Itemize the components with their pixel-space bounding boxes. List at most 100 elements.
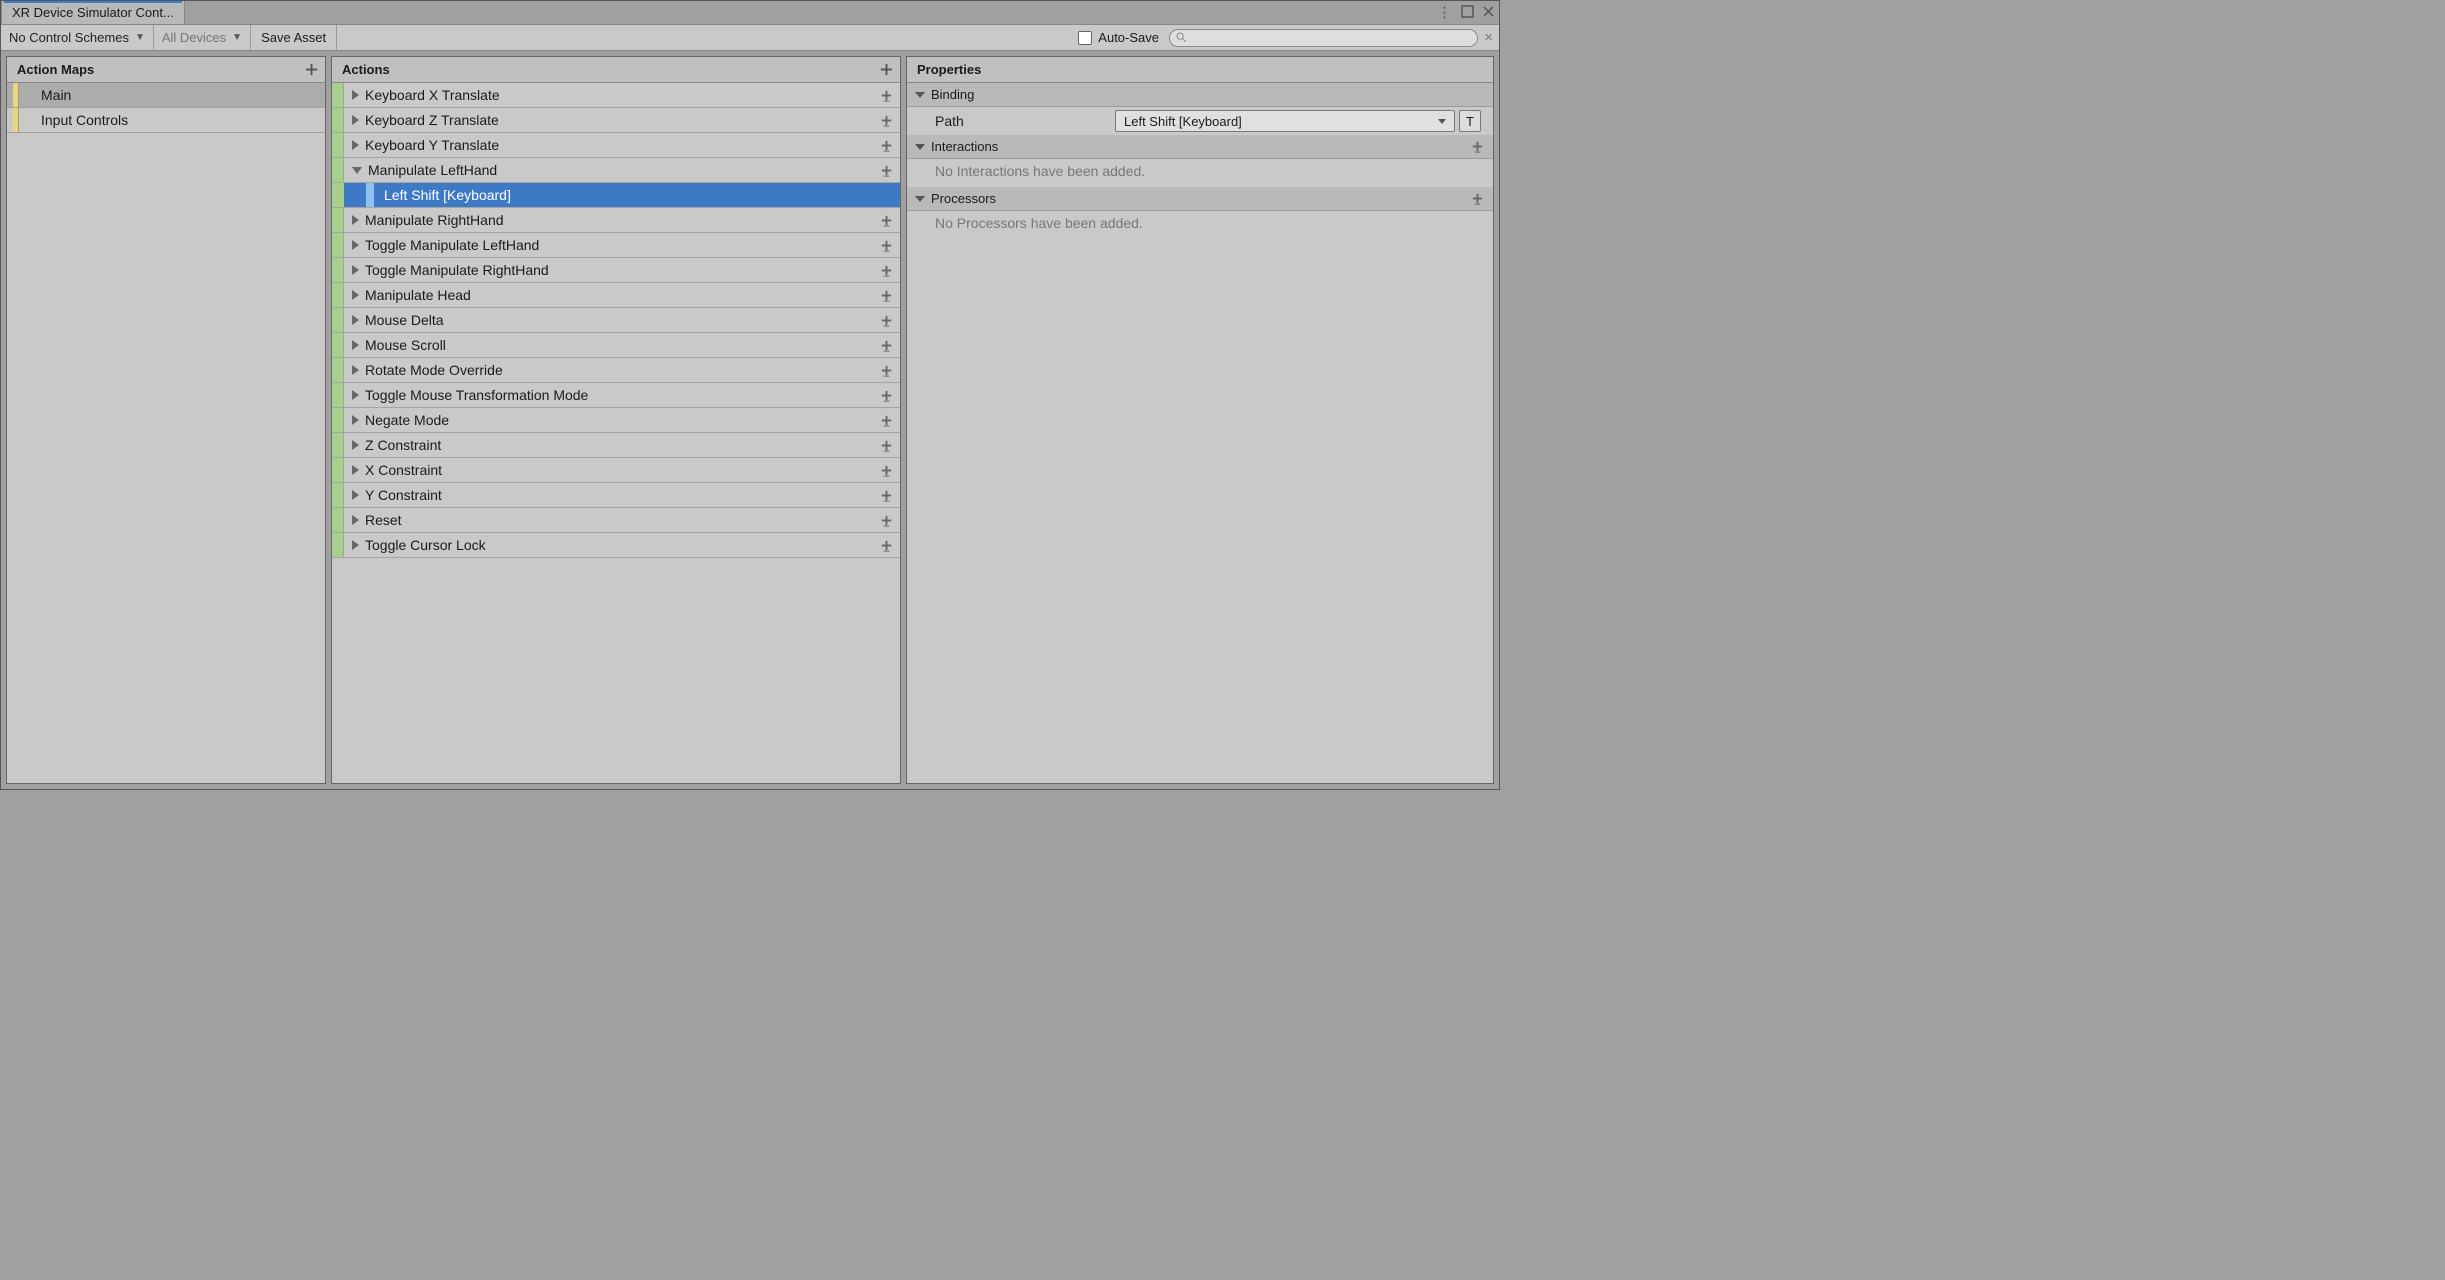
clear-search-icon[interactable]: × [1484, 29, 1493, 46]
control-schemes-dropdown[interactable]: No Control Schemes ▼ [1, 25, 154, 50]
action-item[interactable]: Toggle Mouse Transformation Mode [332, 383, 900, 408]
action-item[interactable]: Keyboard Z Translate [332, 108, 900, 133]
action-item[interactable]: Keyboard X Translate [332, 83, 900, 108]
add-binding-button[interactable] [879, 333, 894, 357]
kebab-icon[interactable]: ⋮ [1437, 5, 1453, 20]
tab-active-indicator [4, 1, 182, 3]
action-label: Toggle Manipulate LeftHand [365, 237, 539, 253]
chevron-right-icon[interactable] [352, 440, 359, 450]
action-marker [332, 133, 344, 157]
add-action-map-button[interactable] [304, 57, 319, 82]
add-binding-button[interactable] [879, 233, 894, 257]
auto-save-toggle[interactable]: Auto-Save [1068, 25, 1169, 50]
add-binding-button[interactable] [879, 458, 894, 482]
action-label: Manipulate LeftHand [368, 162, 497, 178]
action-item[interactable]: Rotate Mode Override [332, 358, 900, 383]
action-marker [332, 308, 344, 332]
add-binding-button[interactable] [879, 108, 894, 132]
action-item[interactable]: Toggle Manipulate RightHand [332, 258, 900, 283]
chevron-right-icon[interactable] [352, 290, 359, 300]
chevron-right-icon[interactable] [352, 340, 359, 350]
panel-tab[interactable]: XR Device Simulator Cont... [1, 1, 185, 24]
add-binding-button[interactable] [879, 283, 894, 307]
action-label: Toggle Mouse Transformation Mode [365, 387, 588, 403]
chevron-down-icon[interactable] [352, 167, 362, 174]
add-binding-button[interactable] [879, 383, 894, 407]
action-item[interactable]: X Constraint [332, 458, 900, 483]
maximize-icon[interactable] [1461, 5, 1474, 21]
add-interaction-button[interactable] [1470, 135, 1485, 158]
chevron-right-icon[interactable] [352, 140, 359, 150]
chevron-right-icon[interactable] [352, 115, 359, 125]
action-map-item[interactable]: Input Controls [7, 108, 325, 133]
devices-dropdown[interactable]: All Devices ▼ [154, 25, 251, 50]
binding-marker [366, 183, 374, 207]
processors-section-header[interactable]: Processors [907, 187, 1493, 211]
chevron-right-icon[interactable] [352, 240, 359, 250]
add-binding-button[interactable] [879, 158, 894, 182]
action-item[interactable]: Toggle Manipulate LeftHand [332, 233, 900, 258]
action-item[interactable]: Y Constraint [332, 483, 900, 508]
action-marker [332, 283, 344, 307]
save-asset-button[interactable]: Save Asset [251, 25, 337, 50]
action-item[interactable]: Manipulate RightHand [332, 208, 900, 233]
chevron-right-icon[interactable] [352, 540, 359, 550]
add-binding-button[interactable] [879, 358, 894, 382]
devices-label: All Devices [162, 30, 226, 45]
action-marker [332, 258, 344, 282]
chevron-right-icon[interactable] [352, 515, 359, 525]
action-marker [332, 158, 344, 182]
binding-label: Left Shift [Keyboard] [384, 187, 511, 203]
add-binding-button[interactable] [879, 433, 894, 457]
chevron-right-icon[interactable] [352, 490, 359, 500]
action-marker [332, 108, 344, 132]
action-item[interactable]: Mouse Delta [332, 308, 900, 333]
tab-strip: XR Device Simulator Cont... ⋮ [1, 1, 1499, 25]
action-marker [332, 183, 344, 207]
chevron-right-icon[interactable] [352, 465, 359, 475]
add-action-button[interactable] [879, 57, 894, 82]
add-binding-button[interactable] [879, 208, 894, 232]
action-item[interactable]: Keyboard Y Translate [332, 133, 900, 158]
action-item[interactable]: Z Constraint [332, 433, 900, 458]
add-binding-button[interactable] [879, 533, 894, 557]
binding-section-header[interactable]: Binding [907, 83, 1493, 107]
add-binding-button[interactable] [879, 133, 894, 157]
action-item[interactable]: Manipulate LeftHand [332, 158, 900, 183]
chevron-right-icon[interactable] [352, 265, 359, 275]
chevron-right-icon[interactable] [352, 365, 359, 375]
add-binding-button[interactable] [879, 408, 894, 432]
action-item[interactable]: Mouse Scroll [332, 333, 900, 358]
chevron-right-icon[interactable] [352, 315, 359, 325]
action-item[interactable]: Reset [332, 508, 900, 533]
action-map-item[interactable]: Main [7, 83, 325, 108]
action-maps-title: Action Maps [17, 62, 94, 77]
add-binding-button[interactable] [879, 483, 894, 507]
checkbox-icon[interactable] [1078, 31, 1092, 45]
add-binding-button[interactable] [879, 83, 894, 107]
add-binding-button[interactable] [879, 508, 894, 532]
action-map-marker [13, 83, 19, 107]
action-item[interactable]: Toggle Cursor Lock [332, 533, 900, 558]
close-icon[interactable] [1482, 5, 1495, 21]
path-listen-label: T [1466, 114, 1474, 129]
path-value: Left Shift [Keyboard] [1124, 114, 1242, 129]
chevron-right-icon[interactable] [352, 90, 359, 100]
add-processor-button[interactable] [1470, 187, 1485, 210]
search-input[interactable] [1169, 29, 1478, 47]
action-item[interactable]: Negate Mode [332, 408, 900, 433]
toolbar: No Control Schemes ▼ All Devices ▼ Save … [1, 25, 1499, 51]
chevron-right-icon[interactable] [352, 215, 359, 225]
path-dropdown[interactable]: Left Shift [Keyboard] [1115, 110, 1455, 132]
add-binding-button[interactable] [879, 308, 894, 332]
binding-item[interactable]: Left Shift [Keyboard] [332, 183, 900, 208]
interactions-section-header[interactable]: Interactions [907, 135, 1493, 159]
path-listen-button[interactable]: T [1459, 110, 1481, 132]
actions-header: Actions [332, 57, 900, 83]
add-binding-button[interactable] [879, 258, 894, 282]
chevron-right-icon[interactable] [352, 390, 359, 400]
action-marker [332, 383, 344, 407]
processors-section-label: Processors [931, 191, 996, 206]
action-item[interactable]: Manipulate Head [332, 283, 900, 308]
chevron-right-icon[interactable] [352, 415, 359, 425]
